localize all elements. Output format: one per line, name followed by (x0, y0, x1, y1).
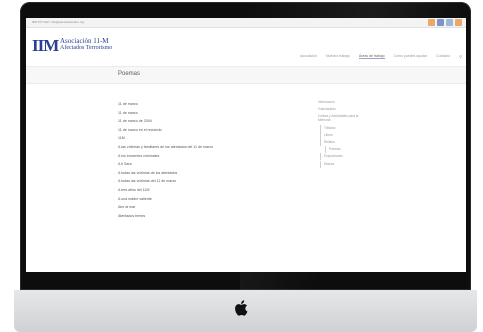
sidebar-menu: Información Voluntariado Cultura y Activ… (318, 100, 388, 169)
poem-link[interactable]: A todas las víctimas de los atentados (118, 171, 213, 180)
sidebar-item-musica[interactable]: Música (318, 160, 388, 168)
poem-link[interactable]: 11 de marzo de 2004 (118, 119, 213, 128)
twitter-icon[interactable] (446, 19, 453, 26)
search-icon[interactable]: ⚲ (459, 54, 462, 59)
sidebar-item-relatos[interactable]: Relatos (318, 138, 388, 146)
poem-link[interactable]: 11 de marzo en el recuerdo (118, 128, 213, 137)
nav-item-asociacion[interactable]: Asociación (300, 54, 317, 59)
email-icon[interactable] (455, 19, 462, 26)
facebook-icon[interactable] (437, 19, 444, 26)
poem-link[interactable]: A todas las víctimas del 11 de marzo (118, 179, 213, 188)
apple-logo-icon (235, 300, 248, 316)
main-nav: Asociación Nuestro trabajo Áreas de trab… (300, 54, 462, 59)
nav-item-como-puedes-ayudar[interactable]: Cómo puedes ayudar (394, 54, 427, 59)
rss-icon[interactable] (428, 19, 435, 26)
sidebar-item-poemas[interactable]: Poemas (318, 146, 388, 154)
page-title-band: Poemas (26, 67, 466, 84)
scene: 600 577 022 / info@asociacion11m.org IIM… (0, 0, 483, 332)
sidebar-item-tributos[interactable]: Tributos (318, 124, 388, 132)
sidebar-item-exposiciones[interactable]: Exposiciones (318, 153, 388, 161)
logo-title: Asociación 11-M (60, 37, 109, 45)
logo-text[interactable]: Asociación 11-M Afectados Terrorismo (60, 38, 112, 52)
poem-link[interactable]: Atentados trenes (118, 214, 213, 223)
sidebar-item-cultura[interactable]: Cultura y Actividades para la Memoria (318, 114, 364, 122)
screen: 600 577 022 / info@asociacion11m.org IIM… (26, 18, 466, 272)
poem-link[interactable]: A los inocentes criminales (118, 154, 213, 163)
poem-list: 11 de marzo 11 de marzo 11 de marzo de 2… (118, 102, 213, 222)
page-title: Poemas (118, 71, 141, 77)
poem-link[interactable]: A ti Sara (118, 162, 213, 171)
top-bar: 600 577 022 / info@asociacion11m.org (26, 18, 466, 28)
sidebar-item-libros[interactable]: Libros (318, 131, 388, 139)
poem-link[interactable]: A una madre valiente (118, 197, 213, 206)
nav-item-contacto[interactable]: Contacto (436, 54, 450, 59)
site-header: IIM Asociación 11-M Afectados Terrorismo… (26, 28, 466, 67)
logo-subtitle: Afectados Terrorismo (60, 45, 113, 51)
poem-link[interactable]: Aire al mar (118, 205, 213, 214)
logo-mark[interactable]: IIM (32, 36, 59, 56)
poem-link[interactable]: A las víctimas y familiares de los atent… (118, 145, 213, 154)
nav-item-areas-de-trabajo[interactable]: Áreas de trabajo (358, 54, 385, 59)
poem-link[interactable]: 11 de marzo (118, 102, 213, 111)
poem-link[interactable]: A tres años del 11M (118, 188, 213, 197)
social-icons (428, 19, 462, 26)
poem-link[interactable]: 11 de marzo (118, 111, 213, 120)
nav-item-nuestro-trabajo[interactable]: Nuestro trabajo (326, 54, 350, 59)
sidebar-item-voluntariado[interactable]: Voluntariado (318, 107, 388, 111)
contact-info: 600 577 022 / info@asociacion11m.org (32, 20, 85, 24)
poem-link[interactable]: 11M (118, 136, 213, 145)
sidebar-item-informacion[interactable]: Información (318, 100, 388, 104)
